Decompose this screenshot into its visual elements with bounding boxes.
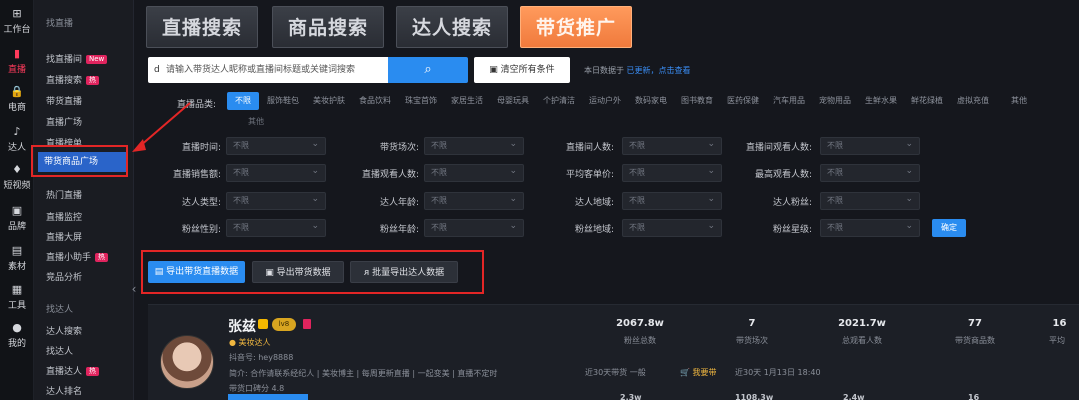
arrow-annotation	[132, 102, 191, 152]
